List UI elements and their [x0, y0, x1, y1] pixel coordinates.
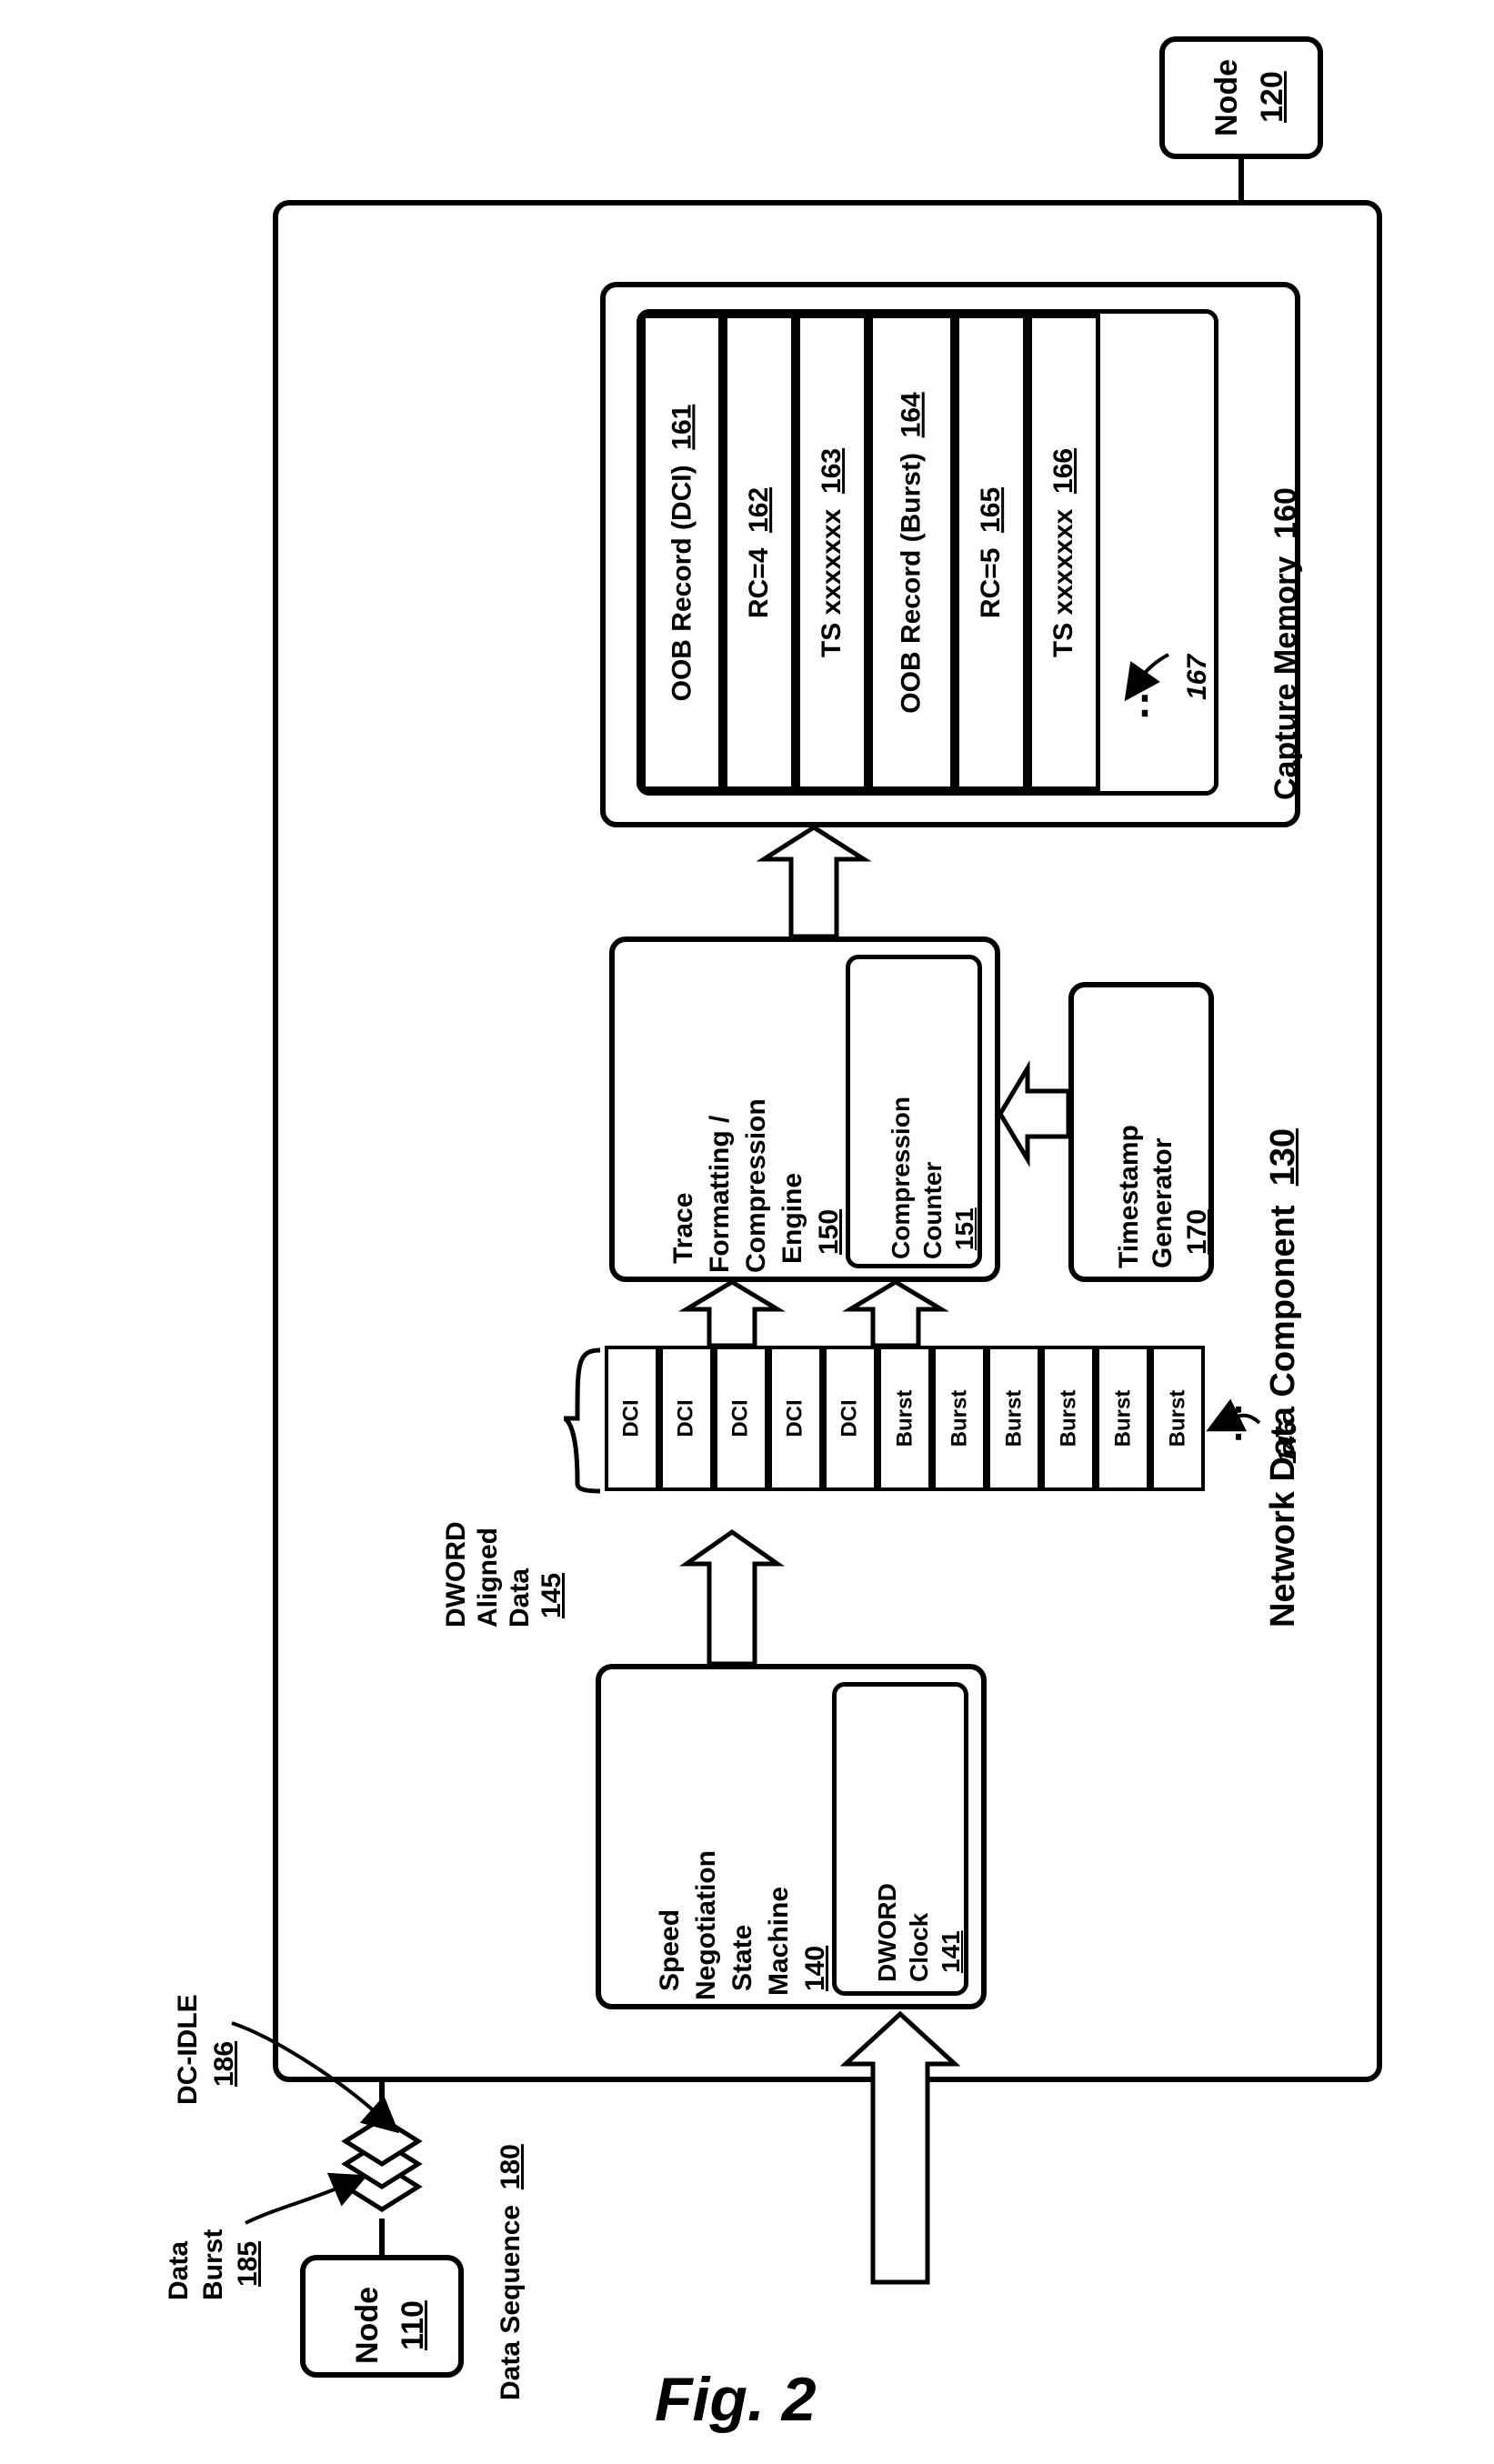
component-title: Network Data Component — [1264, 1206, 1302, 1628]
record-rc4-text: RC=4 — [744, 547, 774, 618]
record-ts2-text: TS xxxxxxx — [1048, 508, 1078, 656]
engine-ref: 150 — [814, 1209, 846, 1255]
dword-cell-4: DCI — [823, 1346, 877, 1491]
memory-record-oob-burst: OOB Record (Burst) 164 — [868, 314, 955, 791]
clock-title-l1: DWORD — [873, 1883, 902, 1982]
timestamp-title-l2: Generator — [1148, 1138, 1179, 1268]
node-right-ref: 120 — [1255, 71, 1290, 123]
dword-cell-0: DCI — [605, 1346, 659, 1491]
counter-title-l2: Counter — [918, 1162, 948, 1259]
memory-record-oob-dci: OOB Record (DCI) 161 — [641, 314, 723, 791]
node-right-title: Node — [1209, 59, 1244, 136]
data-burst-l1: Data — [164, 2241, 196, 2300]
memory-ellipsis-ref: 167 — [1182, 655, 1214, 700]
clock-ref: 141 — [937, 1930, 966, 1973]
engine-title-l3: Compression — [741, 1098, 773, 1273]
dword-cell-6: Burst — [932, 1346, 987, 1491]
timestamp-title-l1: Timestamp — [1114, 1125, 1146, 1268]
dword-cell-9: Burst — [1096, 1346, 1150, 1491]
memory-ellipsis-icon: ⋮ — [1123, 673, 1167, 723]
record-ts2-ref: 166 — [1048, 447, 1078, 493]
dword-cell-5: Burst — [877, 1346, 932, 1491]
dword-cell-10: Burst — [1150, 1346, 1205, 1491]
clock-title-l2: Clock — [905, 1913, 934, 1982]
pointer-data-burst — [246, 2187, 341, 2223]
record-rc4-ref: 162 — [744, 486, 774, 532]
memory-ref: 160 — [1268, 487, 1303, 539]
record-ts1-text: TS xxxxxxx — [817, 508, 847, 656]
sm-title-l4: Machine — [764, 1887, 796, 1996]
dword-cell-3: DCI — [768, 1346, 823, 1491]
memory-record-rc5: RC=5 165 — [955, 314, 1028, 791]
dc-idle-ref: 186 — [209, 2041, 241, 2087]
record-rc5-text: RC=5 — [976, 547, 1006, 618]
node-left-ref: 110 — [396, 2300, 431, 2350]
record-oob-dci-ref: 161 — [667, 404, 697, 449]
timestamp-ref: 170 — [1182, 1209, 1214, 1255]
dword-title-l2: Aligned — [473, 1527, 505, 1628]
dword-title-l1: DWORD — [441, 1521, 473, 1628]
sm-ref: 140 — [800, 1946, 832, 1991]
figure-caption: Fig. 2 — [655, 2364, 817, 2435]
data-burst-l2: Burst — [198, 2229, 230, 2300]
record-oob-burst-ref: 164 — [897, 392, 927, 437]
record-rc5-ref: 165 — [976, 486, 1006, 532]
dc-idle-title: DC-IDLE — [173, 1994, 205, 2105]
dword-ellipsis-ref: 146 — [1273, 1421, 1302, 1464]
record-ts1-ref: 163 — [817, 447, 847, 493]
engine-title-l2: Formatting / — [705, 1116, 737, 1273]
diamond-stack — [346, 2118, 418, 2209]
data-burst-ref: 185 — [233, 2241, 265, 2287]
component-ref: 130 — [1264, 1128, 1302, 1186]
memory-record-ts1: TS xxxxxxx 163 — [796, 314, 868, 791]
dword-ellipsis-icon: ⋮ — [1218, 1400, 1258, 1447]
memory-record-rc4: RC=4 162 — [723, 314, 796, 791]
sm-title-l1: Speed — [655, 1909, 687, 1991]
engine-title-l4: Engine — [777, 1173, 809, 1264]
sm-title-l3: State — [727, 1925, 759, 1991]
dword-cell-1: DCI — [659, 1346, 714, 1491]
engine-title-l1: Trace — [668, 1193, 700, 1264]
data-sequence-ref: 180 — [496, 2144, 526, 2189]
sm-title-l2: Negotiation — [691, 1850, 723, 2000]
dword-cell-7: Burst — [987, 1346, 1041, 1491]
memory-record-ts2: TS xxxxxxx 166 — [1028, 314, 1100, 791]
record-oob-dci-text: OOB Record (DCI) — [667, 465, 697, 701]
memory-title: Capture Memory — [1268, 556, 1303, 800]
data-sequence-title: Data Sequence — [496, 2205, 526, 2400]
dword-cell-2: DCI — [714, 1346, 768, 1491]
dword-ref: 145 — [536, 1573, 568, 1618]
record-oob-burst-text: OOB Record (Burst) — [897, 453, 927, 714]
counter-ref: 151 — [950, 1207, 979, 1250]
dword-title-l3: Data — [505, 1568, 536, 1628]
node-left-title: Node — [350, 2287, 386, 2364]
dword-cell-8: Burst — [1041, 1346, 1096, 1491]
counter-title-l1: Compression — [887, 1097, 916, 1259]
